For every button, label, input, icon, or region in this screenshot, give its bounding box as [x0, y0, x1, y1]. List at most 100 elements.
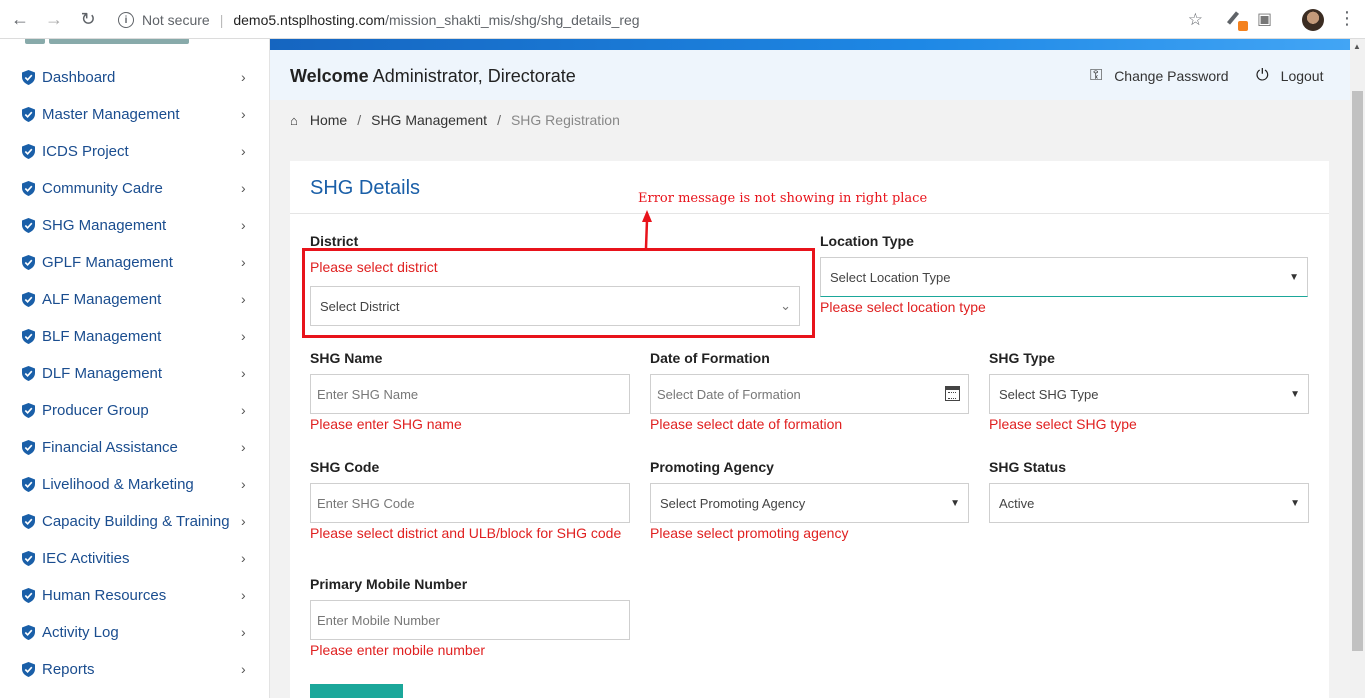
forward-arrow-icon[interactable]: → — [40, 5, 68, 33]
power-icon: ⏻ — [1256, 67, 1269, 84]
scroll-up-icon[interactable]: ▲ — [1353, 42, 1361, 51]
dropdown-arrow-icon: ▼ — [1289, 271, 1299, 283]
sidebar-item-master-management[interactable]: Master Management › — [0, 99, 270, 129]
sidebar-item-activity-log[interactable]: Activity Log › — [0, 617, 270, 647]
mobile-placeholder: Enter Mobile Number — [317, 612, 440, 628]
sidebar-item-financial-assistance[interactable]: Financial Assistance › — [0, 432, 270, 462]
mobile-input[interactable]: Enter Mobile Number — [310, 600, 630, 640]
shg-type-select-value: Select SHG Type — [999, 386, 1099, 402]
sidebar-item-label: Activity Log — [42, 623, 119, 641]
page-scrollbar[interactable]: ▲ — [1350, 39, 1365, 698]
chevron-right-icon: › — [241, 587, 246, 603]
submit-button[interactable] — [310, 684, 403, 698]
shield-check-icon — [22, 587, 35, 603]
district-label: District — [310, 233, 359, 249]
location-type-select[interactable]: Select Location Type ▼ — [820, 257, 1308, 297]
chevron-right-icon: › — [241, 328, 246, 344]
annotation-text: Error message is not showing in right pl… — [638, 191, 928, 206]
chevron-right-icon: › — [241, 291, 246, 307]
shg-status-label: SHG Status — [989, 459, 1067, 475]
breadcrumb: ⌂ Home / SHG Management / SHG Registrati… — [270, 100, 1350, 140]
sidebar-item-dashboard[interactable]: Dashboard › — [0, 62, 270, 92]
shield-check-icon — [22, 143, 35, 159]
change-password-link[interactable]: ⚿ Change Password — [1090, 67, 1229, 85]
breadcrumb-current: SHG Registration — [510, 112, 620, 128]
sidebar-item-label: SHG Management — [42, 216, 167, 234]
sidebar-item-blf-management[interactable]: BLF Management › — [0, 321, 270, 351]
scrollbar-thumb[interactable] — [1352, 91, 1363, 651]
profile-avatar[interactable] — [1302, 9, 1324, 31]
not-secure-label: Not secure — [142, 12, 210, 28]
sidebar-item-label: IEC Activities — [42, 549, 130, 567]
shg-code-label: SHG Code — [310, 459, 380, 475]
sidebar-item-livelihood-and-marketing[interactable]: Livelihood & Marketing › — [0, 469, 270, 499]
calendar-icon[interactable] — [945, 386, 960, 401]
mobile-label: Primary Mobile Number — [310, 576, 468, 592]
shield-check-icon — [22, 106, 35, 122]
sidebar-item-capacity-building-and-training[interactable]: Capacity Building & Training › — [0, 506, 270, 536]
sidebar-item-iec-activities[interactable]: IEC Activities › — [0, 543, 270, 573]
sidebar-item-label: BLF Management — [42, 327, 162, 345]
promoting-agency-select[interactable]: Select Promoting Agency ▼ — [650, 483, 969, 523]
shg-type-select[interactable]: Select SHG Type ▼ — [989, 374, 1309, 414]
address-bar[interactable]: i Not secure | demo5.ntsplhosting.com/mi… — [110, 6, 1215, 34]
home-icon[interactable]: ⌂ — [290, 113, 298, 128]
logo — [25, 39, 215, 44]
sidebar-item-human-resources[interactable]: Human Resources › — [0, 580, 270, 610]
chevron-right-icon: › — [241, 217, 246, 233]
mobile-error: Please enter mobile number — [310, 642, 486, 658]
change-password-label: Change Password — [1114, 68, 1229, 84]
info-icon[interactable]: i — [118, 12, 134, 28]
logout-label: Logout — [1280, 68, 1324, 84]
chevron-right-icon: › — [241, 180, 246, 196]
breadcrumb-separator: / — [357, 112, 362, 128]
chevron-right-icon: › — [241, 69, 246, 85]
shield-check-icon — [22, 365, 35, 381]
shg-status-select-value: Active — [999, 495, 1035, 511]
shield-check-icon — [22, 513, 35, 529]
bookmark-star-icon[interactable]: ☆ — [1188, 10, 1203, 30]
shg-code-input[interactable]: Enter SHG Code — [310, 483, 630, 523]
sidebar-item-producer-group[interactable]: Producer Group › — [0, 395, 270, 425]
browser-toolbar: ← → ↻ i Not secure | demo5.ntsplhosting.… — [0, 0, 1365, 39]
sidebar-item-label: Community Cadre — [42, 179, 163, 197]
sidebar-item-reports[interactable]: Reports › — [0, 654, 270, 684]
page-header: Welcome Administrator, Directorate ⚿ Cha… — [270, 50, 1350, 100]
welcome-prefix: Welcome — [290, 66, 369, 86]
chevron-right-icon: › — [241, 476, 246, 492]
shg-name-input[interactable]: Enter SHG Name — [310, 374, 630, 414]
date-of-formation-placeholder: Select Date of Formation — [657, 386, 801, 402]
camera-extension-icon[interactable]: ▣ — [1257, 9, 1277, 29]
logout-link[interactable]: ⏻ Logout — [1256, 67, 1323, 85]
dropdown-arrow-icon: ▼ — [1290, 388, 1300, 400]
sidebar-item-shg-management[interactable]: SHG Management › — [0, 210, 270, 240]
sidebar-item-gplf-management[interactable]: GPLF Management › — [0, 247, 270, 277]
chevron-right-icon: › — [241, 661, 246, 677]
shield-check-icon — [22, 180, 35, 196]
shg-status-select[interactable]: Active ▼ — [989, 483, 1309, 523]
shg-type-error: Please select SHG type — [989, 416, 1137, 432]
sidebar-item-label: DLF Management — [42, 364, 163, 382]
location-type-select-value: Select Location Type — [830, 269, 951, 285]
sidebar-item-alf-management[interactable]: ALF Management › — [0, 284, 270, 314]
breadcrumb-section[interactable]: SHG Management — [371, 112, 487, 128]
url-host: demo5.ntsplhosting.com — [233, 12, 386, 28]
sidebar-item-community-cadre[interactable]: Community Cadre › — [0, 173, 270, 203]
browser-menu-icon[interactable]: ⋮ — [1338, 8, 1356, 29]
sidebar-item-icds-project[interactable]: ICDS Project › — [0, 136, 270, 166]
date-of-formation-input[interactable]: Select Date of Formation — [650, 374, 969, 414]
chevron-right-icon: › — [241, 550, 246, 566]
reload-icon[interactable]: ↻ — [74, 5, 102, 33]
breadcrumb-home[interactable]: Home — [310, 112, 347, 128]
eyedropper-extension-icon[interactable] — [1226, 9, 1248, 31]
shield-check-icon — [22, 254, 35, 270]
back-arrow-icon[interactable]: ← — [6, 5, 34, 33]
annotation-arrow-icon — [642, 210, 652, 249]
shield-check-icon — [22, 550, 35, 566]
promoting-agency-label: Promoting Agency — [650, 459, 774, 475]
chevron-right-icon: › — [241, 365, 246, 381]
sidebar-item-dlf-management[interactable]: DLF Management › — [0, 358, 270, 388]
sidebar-item-label: Capacity Building & Training — [42, 512, 230, 530]
sidebar-item-label: GPLF Management — [42, 253, 173, 271]
chevron-right-icon: › — [241, 402, 246, 418]
